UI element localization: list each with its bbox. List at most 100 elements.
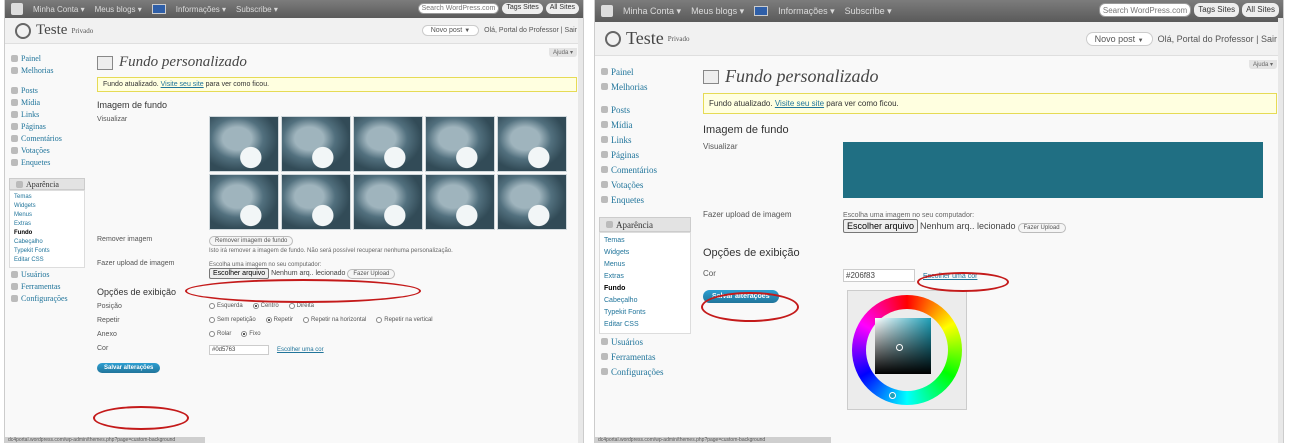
radio-position-right[interactable]: Direita	[288, 303, 314, 309]
scrollbar[interactable]	[578, 18, 583, 443]
submenu-editar-css[interactable]: Editar CSS	[600, 319, 690, 331]
radio-fixed[interactable]: Fixo	[241, 331, 261, 337]
polls-icon	[601, 181, 608, 188]
sidebar-item-aparencia[interactable]: Aparência	[9, 178, 85, 190]
menu-informacoes[interactable]: Informações ▾	[778, 6, 835, 17]
sidebar-item-posts[interactable]: Posts	[5, 84, 89, 96]
color-input[interactable]: #206f83	[843, 269, 915, 282]
site-title[interactable]: Teste	[626, 28, 664, 49]
site-header: Teste Privado Novo post ▼ Olá, Portal do…	[595, 22, 1283, 56]
upload-button[interactable]: Fazer Upload	[1017, 223, 1066, 233]
color-cursor[interactable]	[896, 344, 903, 351]
radio-position-center[interactable]: Centro	[252, 303, 279, 309]
sidebar-item-painel[interactable]: Painel	[595, 64, 695, 79]
greeting[interactable]: Olá, Portal do Professor | Sair	[1158, 34, 1277, 44]
wordpress-logo-icon[interactable]	[601, 5, 613, 17]
submenu-fundo[interactable]: Fundo	[10, 229, 84, 238]
sidebar-item-votacoes[interactable]: Votações	[595, 177, 695, 192]
sidebar-item-configuracoes[interactable]: Configurações	[5, 292, 89, 304]
links-icon	[11, 110, 18, 118]
radio-repeat-x[interactable]: Repetir na horizontal	[302, 317, 366, 323]
visit-site-link[interactable]: Visite seu site	[161, 81, 204, 88]
sidebar-item-ferramentas[interactable]: Ferramentas	[595, 349, 695, 364]
menu-minha-conta[interactable]: Minha Conta ▾	[623, 6, 681, 17]
choose-file-button[interactable]: Escolher arquivo	[209, 268, 270, 279]
radio-position-left[interactable]: Esquerda	[209, 303, 243, 309]
search-input[interactable]: Search WordPress.com	[1098, 3, 1192, 17]
submenu-cabecalho[interactable]: Cabeçalho	[600, 295, 690, 307]
submenu-menus[interactable]: Menus	[10, 211, 84, 220]
sidebar-item-melhorias[interactable]: Melhorias	[595, 79, 695, 94]
menu-informacoes[interactable]: Informações ▾	[176, 5, 226, 14]
submenu-widgets[interactable]: Widgets	[600, 247, 690, 259]
all-sites-button[interactable]: All Sites	[1242, 3, 1279, 17]
color-picker[interactable]	[847, 290, 967, 410]
all-sites-button[interactable]: All Sites	[545, 3, 579, 14]
help-tab[interactable]: Ajuda ▾	[548, 48, 577, 57]
sidebar-item-paginas[interactable]: Páginas	[595, 147, 695, 162]
sidebar-item-comentarios[interactable]: Comentários	[595, 162, 695, 177]
menu-minha-conta[interactable]: Minha Conta ▾	[33, 5, 85, 14]
sidebar-item-votacoes[interactable]: Votações	[5, 144, 89, 156]
sidebar-item-midia[interactable]: Mídia	[5, 96, 89, 108]
help-tab[interactable]: Ajuda ▾	[1248, 60, 1277, 69]
new-post-button[interactable]: Novo post ▼	[1085, 31, 1153, 46]
greeting[interactable]: Olá, Portal do Professor | Sair	[484, 27, 577, 34]
remove-background-button[interactable]: Remover imagem de fundo	[209, 236, 294, 246]
sidebar-item-links[interactable]: Links	[595, 132, 695, 147]
radio-repeat[interactable]: Repetir	[265, 317, 293, 323]
sidebar-item-posts[interactable]: Posts	[595, 102, 695, 117]
submenu-widgets[interactable]: Widgets	[10, 202, 84, 211]
choose-file-button[interactable]: Escolher arquivo	[843, 219, 919, 233]
color-input[interactable]: #0d5763	[209, 345, 269, 355]
search-input[interactable]: Search WordPress.com	[417, 3, 500, 14]
sidebar-item-aparencia[interactable]: Aparência	[599, 217, 691, 232]
admin-bar: Minha Conta ▾ Meus blogs ▾ Informações ▾…	[5, 0, 583, 18]
submenu-extras[interactable]: Extras	[600, 271, 690, 283]
submenu-typekit[interactable]: Typekit Fonts	[10, 247, 84, 256]
tags-sites-button[interactable]: Tags Sites	[502, 3, 543, 14]
sidebar-item-configuracoes[interactable]: Configurações	[595, 364, 695, 379]
radio-no-repeat[interactable]: Sem repetição	[209, 317, 256, 323]
menu-meus-blogs[interactable]: Meus blogs ▾	[691, 6, 744, 17]
hue-cursor[interactable]	[889, 392, 896, 399]
submenu-typekit[interactable]: Typekit Fonts	[600, 307, 690, 319]
tags-sites-button[interactable]: Tags Sites	[1194, 3, 1240, 17]
saturation-value-square[interactable]	[875, 318, 931, 374]
highlight-oval-choose-color	[917, 272, 1009, 292]
sidebar-item-ferramentas[interactable]: Ferramentas	[5, 280, 89, 292]
menu-subscribe[interactable]: Subscribe ▾	[236, 5, 278, 14]
radio-repeat-y[interactable]: Repetir na vertical	[376, 317, 433, 323]
surveys-icon	[601, 196, 608, 203]
no-file-text: Nenhum arq.. lecionado	[271, 270, 346, 277]
submenu-menus[interactable]: Menus	[600, 259, 690, 271]
visit-site-link[interactable]: Visite seu site	[775, 99, 824, 108]
submenu-fundo[interactable]: Fundo	[600, 283, 690, 295]
sidebar-item-enquetes[interactable]: Enquetes	[595, 192, 695, 207]
wave-image-tile	[209, 174, 279, 230]
submenu-temas[interactable]: Temas	[10, 193, 84, 202]
sidebar-item-midia[interactable]: Mídia	[595, 117, 695, 132]
upload-button[interactable]: Fazer Upload	[347, 269, 396, 279]
new-post-button[interactable]: Novo post ▼	[421, 25, 480, 36]
submenu-editar-css[interactable]: Editar CSS	[10, 256, 84, 265]
sidebar-item-comentarios[interactable]: Comentários	[5, 132, 89, 144]
sidebar-item-paginas[interactable]: Páginas	[5, 120, 89, 132]
radio-scroll[interactable]: Rolar	[209, 331, 231, 337]
sidebar-item-painel[interactable]: Painel	[5, 52, 89, 64]
sidebar-item-enquetes[interactable]: Enquetes	[5, 156, 89, 168]
choose-color-link[interactable]: Escolher uma cor	[277, 347, 324, 353]
wordpress-logo-icon[interactable]	[11, 3, 23, 15]
scrollbar[interactable]	[1278, 18, 1283, 443]
site-title[interactable]: Teste	[36, 22, 67, 39]
menu-subscribe[interactable]: Subscribe ▾	[845, 6, 892, 17]
sidebar-item-melhorias[interactable]: Melhorias	[5, 64, 89, 76]
submenu-extras[interactable]: Extras	[10, 220, 84, 229]
submenu-cabecalho[interactable]: Cabeçalho	[10, 238, 84, 247]
sidebar-item-links[interactable]: Links	[5, 108, 89, 120]
save-changes-button[interactable]: Salvar alterações	[97, 363, 161, 373]
sidebar-item-usuarios[interactable]: Usuários	[595, 334, 695, 349]
submenu-temas[interactable]: Temas	[600, 235, 690, 247]
menu-meus-blogs[interactable]: Meus blogs ▾	[95, 5, 142, 14]
sidebar-item-usuarios[interactable]: Usuários	[5, 268, 89, 280]
